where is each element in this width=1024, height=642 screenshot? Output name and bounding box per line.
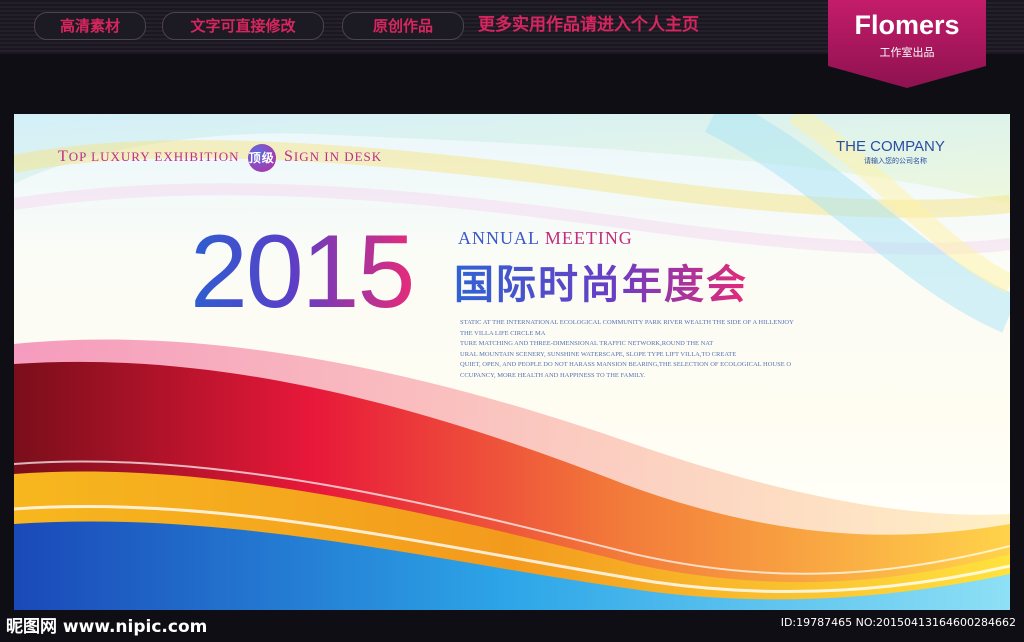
annual-meeting: ANNUAL MEETING bbox=[458, 228, 633, 249]
company-subtitle: 请输入您的公司名称 bbox=[864, 157, 927, 165]
pill-hd-material[interactable]: 高清素材 bbox=[34, 12, 146, 40]
tagline-sign-initial: S bbox=[283, 147, 294, 165]
description-line: URAL MOUNTAIN SCENERY, SUNSHINE WATERSCA… bbox=[460, 350, 737, 358]
pill-original-work[interactable]: 原创作品 bbox=[342, 12, 464, 40]
tagline-sign-text: IGN IN DESK bbox=[293, 148, 383, 164]
brand-name: Flomers bbox=[854, 10, 960, 40]
description-block: STATIC AT THE INTERNATIONAL ECOLOGICAL C… bbox=[460, 318, 860, 382]
description-line: THE VILLA LIFE CIRCLE MA bbox=[460, 329, 546, 337]
tagline-top-text: OP LUXURY EXHIBITION bbox=[68, 148, 240, 164]
meeting-word: MEETING bbox=[544, 228, 633, 248]
description-line: STATIC AT THE INTERNATIONAL ECOLOGICAL C… bbox=[460, 319, 794, 326]
image-id: ID:19787465 NO:20150413164600284662 bbox=[780, 616, 1016, 629]
year-title: 2015 bbox=[190, 214, 415, 330]
description-line: TURE MATCHING AND THREE-DIMENSIONAL TRAF… bbox=[460, 340, 714, 348]
brand-ribbon[interactable]: Flomers 工作室出品 bbox=[828, 0, 986, 88]
homepage-link[interactable]: 更多实用作品请进入个人主页 bbox=[478, 12, 699, 38]
banner-artwork: TOP LUXURY EXHIBITION 顶级 SIGN IN DESK TH… bbox=[14, 114, 1010, 610]
annual-word: ANNUAL bbox=[458, 228, 540, 248]
tagline: TOP LUXURY EXHIBITION 顶级 SIGN IN DESK bbox=[58, 144, 382, 172]
description-line: CCUPANCY, MORE HEALTH AND HAPPINESS TO T… bbox=[460, 371, 646, 379]
top-badge: 顶级 bbox=[247, 144, 276, 172]
site-watermark[interactable]: 昵图网 www.nipic.com bbox=[6, 612, 207, 637]
description-line: QUIET, OPEN, AND PEOPLE DO NOT HARASS MA… bbox=[460, 361, 792, 369]
chinese-title: 国际时尚年度会 bbox=[454, 252, 748, 310]
brand-subtitle: 工作室出品 bbox=[879, 46, 935, 59]
pill-editable-text[interactable]: 文字可直接修改 bbox=[162, 12, 324, 40]
company-name: THE COMPANY bbox=[836, 138, 945, 155]
tagline-top-initial: T bbox=[58, 147, 69, 165]
